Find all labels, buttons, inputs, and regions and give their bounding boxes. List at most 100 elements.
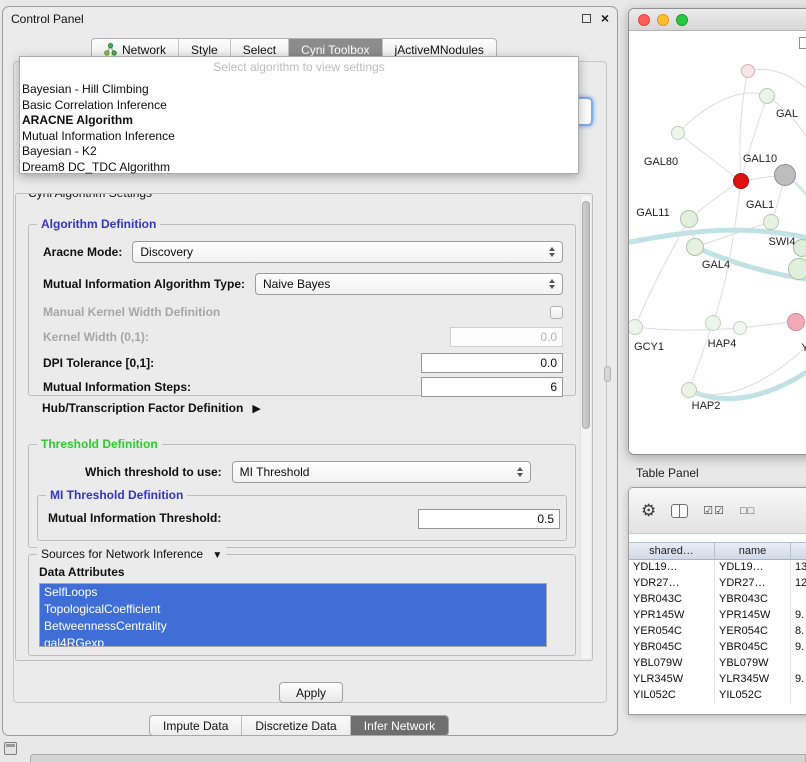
attribute-item-selected[interactable]: gal4RGexp — [40, 635, 546, 647]
table-body: YDL19…YDL19…13YDR27…YDR27…12YBR043CYBR04… — [629, 560, 806, 704]
attribute-item-selected[interactable]: BetweennessCentrality — [40, 618, 546, 635]
table-row[interactable]: YLR345WYLR345W9. — [629, 672, 806, 688]
table-row[interactable]: YBR045CYBR045C9. — [629, 640, 806, 656]
tab-discretize-data[interactable]: Discretize Data — [241, 716, 349, 735]
data-attributes-list[interactable]: SelfLoops TopologicalCoefficient Between… — [39, 583, 547, 647]
column-selector-icon[interactable] — [671, 504, 688, 518]
tab-infer-network[interactable]: Infer Network — [350, 716, 448, 735]
network-canvas[interactable]: GALGAL80GAL10GAL11GAL1SWI4GAL4GCY1HAP4HA… — [629, 31, 806, 455]
network-node[interactable] — [671, 126, 685, 140]
which-threshold-select[interactable]: MI Threshold — [232, 461, 531, 483]
collapse-down-icon[interactable]: ▼ — [212, 550, 222, 561]
network-canvas-nodes: GALGAL80GAL10GAL11GAL1SWI4GAL4GCY1HAP4HA… — [629, 31, 806, 455]
network-node[interactable] — [705, 315, 721, 331]
table-panel-window: ⚙ ☑☑ □□ shared… name YDL19…YDL19…13YDR27… — [628, 487, 806, 715]
dropdown-item[interactable]: Basic Correlation Inference — [20, 98, 578, 114]
attribute-item-selected[interactable]: SelfLoops — [40, 584, 546, 601]
screen: Control Panel × Network Style — [0, 0, 806, 762]
table-row[interactable]: YDR27…YDR27…12 — [629, 576, 806, 592]
network-node[interactable] — [681, 382, 697, 398]
network-node[interactable] — [629, 319, 643, 335]
network-node[interactable] — [686, 238, 704, 256]
table-cell: YBR043C — [629, 592, 715, 608]
apply-button[interactable]: Apply — [279, 682, 343, 703]
float-window-icon[interactable] — [582, 14, 591, 23]
table-row[interactable]: YPR145WYPR145W9. — [629, 608, 806, 624]
control-panel-titlebar[interactable]: Control Panel × — [3, 7, 617, 31]
mi-threshold-field[interactable]: 0.5 — [418, 509, 560, 529]
network-node-label: SWI4 — [769, 236, 796, 248]
dropdown-item[interactable]: Dream8 DC_TDC Algorithm — [20, 160, 578, 176]
zoom-traffic-light[interactable] — [676, 14, 688, 26]
close-icon[interactable]: × — [601, 10, 609, 26]
network-node-label: GAL80 — [644, 156, 678, 168]
deselect-all-icon[interactable]: □□ — [740, 505, 755, 517]
table-cell: 9. — [791, 608, 806, 624]
panel-splitter-handle[interactable] — [604, 366, 611, 382]
network-view-window: GALGAL80GAL10GAL11GAL1SWI4GAL4GCY1HAP4HA… — [628, 8, 806, 455]
close-traffic-light[interactable] — [638, 14, 650, 26]
network-node-label: GAL — [776, 108, 798, 120]
restore-panel-icon[interactable] — [4, 742, 17, 755]
settings-scrollbar-thumb[interactable] — [582, 201, 590, 429]
table-cell: 12 — [791, 576, 806, 592]
mi-algorithm-type-row: Mutual Information Algorithm Type: Naive… — [43, 273, 563, 295]
algorithm-definition-title: Algorithm Definition — [37, 217, 160, 231]
table-row[interactable]: YBR043CYBR043C — [629, 592, 806, 608]
sources-group: Sources for Network Inference ▼ Data Att… — [28, 554, 576, 656]
table-cell: YBR045C — [715, 640, 791, 656]
table-cell: YDL19… — [629, 560, 715, 576]
hub-definition-label: Hub/Transcription Factor Definition — [42, 401, 243, 415]
table-row[interactable]: YDL19…YDL19…13 — [629, 560, 806, 576]
mi-threshold-label: Mutual Information Threshold: — [48, 511, 221, 525]
table-cell: YER054C — [715, 624, 791, 640]
mi-threshold-group-title: MI Threshold Definition — [46, 488, 187, 502]
dropdown-item[interactable]: Bayesian - Hill Climbing — [20, 82, 578, 98]
table-cell: YBR043C — [715, 592, 791, 608]
network-node[interactable] — [733, 173, 749, 189]
table-row[interactable]: YBL079WYBL079W — [629, 656, 806, 672]
attribute-item-selected[interactable]: TopologicalCoefficient — [40, 601, 546, 618]
column-header-shared[interactable]: shared… — [629, 542, 715, 560]
column-header-name[interactable]: name — [715, 542, 791, 560]
network-node[interactable] — [733, 321, 747, 335]
tab-impute-data[interactable]: Impute Data — [150, 716, 241, 735]
settings-scrollbar[interactable] — [580, 196, 591, 658]
dropdown-item[interactable]: Mutual Information Inference — [20, 129, 578, 145]
network-node[interactable] — [774, 164, 796, 186]
dropdown-item[interactable]: Bayesian - K2 — [20, 144, 578, 160]
network-window-titlebar[interactable] — [629, 9, 806, 31]
network-node[interactable] — [787, 313, 805, 331]
birdseye-toggle-button[interactable] — [799, 37, 806, 49]
mi-steps-field[interactable]: 6 — [421, 377, 563, 397]
network-node[interactable] — [759, 88, 775, 104]
table-cell: 9. — [791, 672, 806, 688]
threshold-definition-group: Threshold Definition Which threshold to … — [28, 444, 576, 548]
mi-algorithm-type-value: Naive Bayes — [263, 277, 330, 291]
control-panel-window: Control Panel × Network Style — [2, 6, 618, 736]
minimize-traffic-light[interactable] — [657, 14, 669, 26]
aracne-mode-select[interactable]: Discovery — [132, 241, 563, 263]
network-node[interactable] — [680, 210, 698, 228]
dpi-tolerance-field[interactable]: 0.0 — [421, 353, 563, 373]
mi-algorithm-type-select[interactable]: Naive Bayes — [255, 273, 563, 295]
select-all-icon[interactable]: ☑☑ — [703, 504, 725, 517]
sources-group-title[interactable]: Sources for Network Inference ▼ — [37, 547, 226, 561]
network-node[interactable] — [763, 214, 779, 230]
column-header-clipped[interactable] — [791, 542, 806, 560]
manual-kernel-checkbox[interactable] — [550, 306, 563, 319]
algorithm-definition-group: Algorithm Definition Aracne Mode: Discov… — [28, 224, 576, 396]
network-node[interactable] — [788, 258, 806, 280]
dpi-tolerance-label: DPI Tolerance [0,1]: — [43, 356, 154, 370]
table-row[interactable]: YER054CYER054C8. — [629, 624, 806, 640]
dropdown-item-selected[interactable]: ARACNE Algorithm — [20, 113, 578, 129]
gear-icon[interactable]: ⚙ — [641, 502, 656, 519]
hub-definition-section[interactable]: Hub/Transcription Factor Definition ▶ — [42, 401, 261, 415]
table-row[interactable]: YIL052CYIL052C — [629, 688, 806, 704]
kernel-width-field[interactable]: 0.0 — [450, 327, 563, 347]
mi-steps-label: Mutual Information Steps: — [43, 380, 191, 394]
table-cell: 8. — [791, 624, 806, 640]
tab-label: Style — [191, 43, 218, 57]
network-node[interactable] — [741, 64, 755, 78]
collapse-right-icon[interactable]: ▶ — [252, 402, 260, 415]
